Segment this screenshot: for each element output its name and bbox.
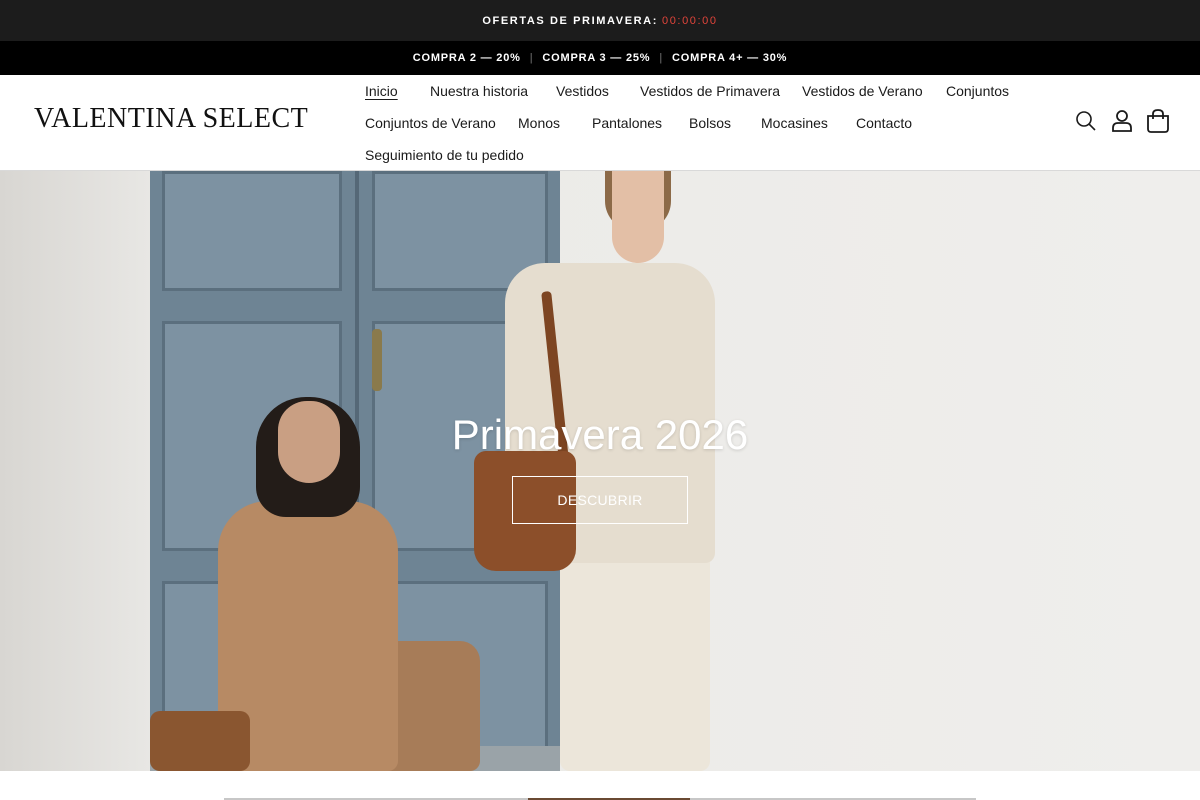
promo-item: COMPRA 2 — 20% xyxy=(412,52,521,64)
cart-icon[interactable] xyxy=(1146,108,1170,134)
nav-item-nuestra-historia[interactable]: Nuestra historia xyxy=(430,83,528,99)
nav-item-inicio[interactable]: Inicio xyxy=(365,83,398,99)
nav-item-conjuntos-de-verano[interactable]: Conjuntos de Verano xyxy=(365,115,496,131)
nav-item-monos[interactable]: Monos xyxy=(518,115,560,131)
countdown-label: OFERTAS DE PRIMAVERA: xyxy=(482,14,658,27)
hero-banner: Primavera 2026 DESCUBRIR xyxy=(0,171,1200,771)
nav-item-seguimiento[interactable]: Seguimiento de tu pedido xyxy=(365,147,524,163)
model-right xyxy=(560,531,710,771)
nav-item-pantalones[interactable]: Pantalones xyxy=(592,115,662,131)
nav-item-contacto[interactable]: Contacto xyxy=(856,115,912,131)
site-header: VALENTINA SELECT Inicio Nuestra historia… xyxy=(0,75,1200,171)
nav-item-mocasines[interactable]: Mocasines xyxy=(761,115,828,131)
nav-item-vestidos-de-primavera[interactable]: Vestidos de Primavera xyxy=(640,83,780,99)
nav-item-bolsos[interactable]: Bolsos xyxy=(689,115,731,131)
discover-button[interactable]: DESCUBRIR xyxy=(512,476,688,524)
countdown-bar: OFERTAS DE PRIMAVERA: 00:00:00 xyxy=(0,0,1200,41)
countdown-timer: 00:00:00 xyxy=(661,14,718,27)
hero-wall xyxy=(0,171,150,771)
site-logo[interactable]: VALENTINA SELECT xyxy=(34,103,308,135)
promo-bar: COMPRA 2 — 20% | COMPRA 3 — 25% | COMPRA… xyxy=(0,41,1200,75)
promo-item: COMPRA 4+ — 30% xyxy=(672,52,788,64)
hero-title: Primavera 2026 xyxy=(451,411,749,458)
nav-item-vestidos[interactable]: Vestidos xyxy=(556,83,609,99)
account-icon[interactable] xyxy=(1110,108,1134,134)
promo-item: COMPRA 3 — 25% xyxy=(542,52,651,64)
below-hero xyxy=(0,771,1200,800)
nav-item-conjuntos[interactable]: Conjuntos xyxy=(946,83,1009,99)
nav-item-vestidos-de-verano[interactable]: Vestidos de Verano xyxy=(802,83,923,99)
search-icon[interactable] xyxy=(1074,108,1098,134)
header-icons xyxy=(1074,108,1170,134)
